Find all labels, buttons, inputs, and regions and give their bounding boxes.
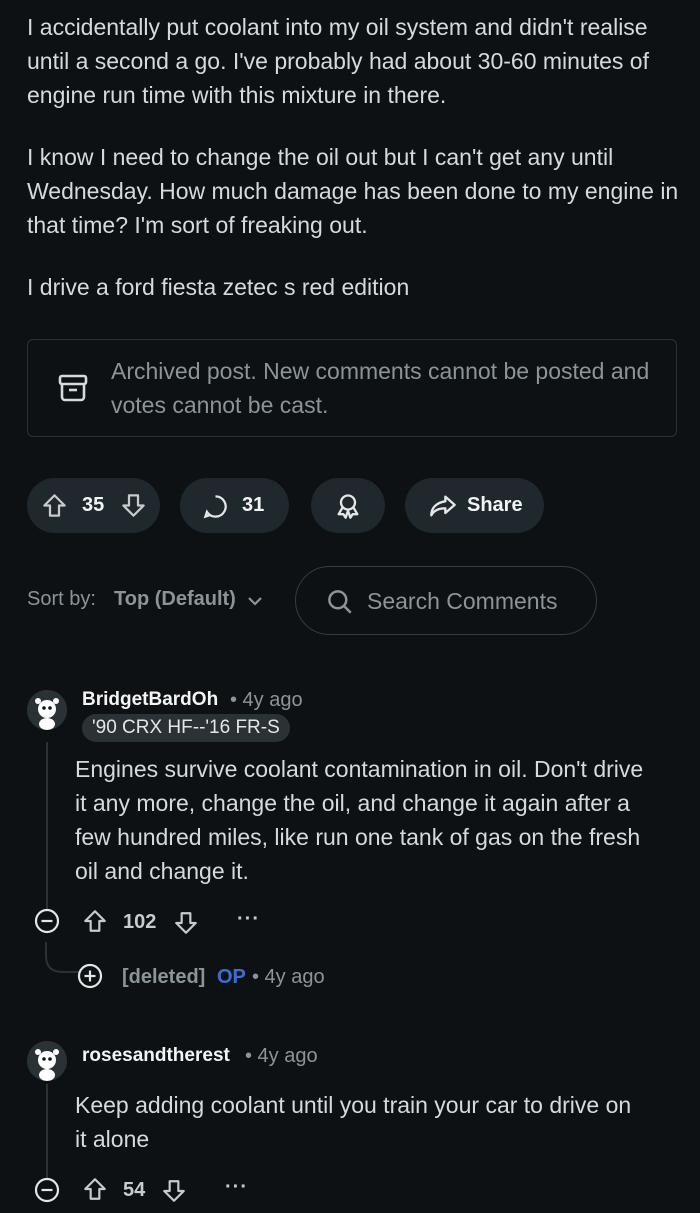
reply-connector: [45, 942, 79, 973]
archived-notice: Archived post. New comments cannot be po…: [27, 339, 677, 437]
upvote-icon[interactable]: [41, 492, 68, 519]
thread-line[interactable]: [46, 1084, 48, 1178]
thread-line[interactable]: [46, 742, 48, 910]
post-paragraph: I know I need to change the oil out but …: [27, 144, 679, 238]
search-placeholder: Search Comments: [367, 588, 558, 614]
comments-count: 31: [242, 494, 265, 516]
chevron-down-icon[interactable]: [246, 594, 264, 612]
search-icon: [326, 588, 353, 620]
vote-pill: 35: [27, 478, 160, 533]
archived-notice-text: Archived post. New comments cannot be po…: [111, 358, 650, 418]
collapse-icon[interactable]: [34, 908, 60, 939]
reply-timestamp: • 4y ago: [252, 966, 325, 988]
comment-vote-count: 102: [123, 911, 157, 933]
comment-body: Engines survive coolant contamination in…: [75, 752, 685, 888]
more-options-icon[interactable]: ···: [225, 1176, 248, 1199]
user-flair: '90 CRX HF--'16 FR-S: [82, 714, 290, 742]
vote-count: 35: [82, 494, 105, 516]
comment-timestamp: • 4y ago: [245, 1045, 318, 1067]
award-icon: [334, 492, 362, 520]
post-paragraph: I accidentally put coolant into my oil s…: [27, 14, 649, 108]
comment-line: it alone: [75, 1126, 150, 1152]
comment-line: oil and change it.: [75, 858, 249, 884]
comment-body: Keep adding coolant until you train your…: [75, 1088, 685, 1156]
post-paragraph: I drive a ford fiesta zetec s red editio…: [27, 274, 410, 300]
comment-timestamp: • 4y ago: [230, 689, 303, 711]
downvote-icon[interactable]: [161, 1178, 187, 1209]
avatar[interactable]: [27, 1041, 67, 1081]
comment-line: it any more, change the oil, and change …: [75, 790, 630, 816]
expand-icon[interactable]: [77, 963, 103, 994]
comment-vote-count: 54: [123, 1179, 146, 1201]
collapse-icon[interactable]: [34, 1177, 60, 1208]
downvote-icon[interactable]: [173, 910, 199, 941]
archive-icon: [57, 372, 89, 409]
comments-button[interactable]: 31: [180, 478, 289, 533]
share-button[interactable]: Share: [405, 478, 544, 533]
more-options-icon[interactable]: ···: [237, 908, 260, 931]
share-icon: [429, 493, 457, 519]
comment-icon: [202, 493, 229, 520]
comment-username[interactable]: rosesandtherest: [82, 1045, 230, 1067]
op-badge: OP: [217, 966, 246, 988]
avatar[interactable]: [27, 690, 67, 730]
comment-username[interactable]: BridgetBardOh: [82, 689, 218, 711]
comment-line: Engines survive coolant contamination in…: [75, 756, 644, 782]
award-button[interactable]: [311, 478, 385, 533]
comment-line: few hundred miles, like run one tank of …: [75, 824, 641, 850]
upvote-icon[interactable]: [82, 908, 108, 939]
sort-label: Sort by:: [27, 588, 96, 610]
search-comments-input[interactable]: Search Comments: [295, 566, 597, 635]
post-body: I accidentally put coolant into my oil s…: [27, 10, 687, 332]
downvote-icon[interactable]: [120, 492, 147, 519]
reply-username[interactable]: [deleted]: [122, 966, 205, 989]
upvote-icon[interactable]: [82, 1176, 108, 1207]
comment-line: Keep adding coolant until you train your…: [75, 1092, 632, 1118]
share-label: Share: [467, 494, 523, 516]
sort-dropdown[interactable]: Top (Default): [114, 588, 236, 611]
